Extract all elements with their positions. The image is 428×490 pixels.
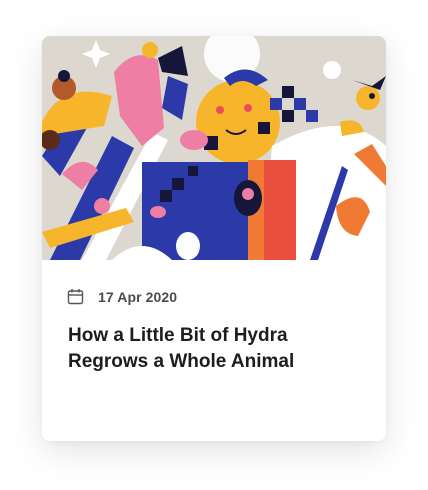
article-card[interactable]: 17 Apr 2020 How a Little Bit of Hydra Re…	[42, 36, 386, 441]
article-illustration[interactable]	[42, 36, 386, 260]
article-date: 17 Apr 2020	[98, 288, 178, 305]
article-meta: 17 Apr 2020	[67, 288, 177, 305]
calendar-icon	[67, 289, 84, 305]
article-title[interactable]: How a Little Bit of Hydra Regrows a Whol…	[68, 323, 368, 375]
